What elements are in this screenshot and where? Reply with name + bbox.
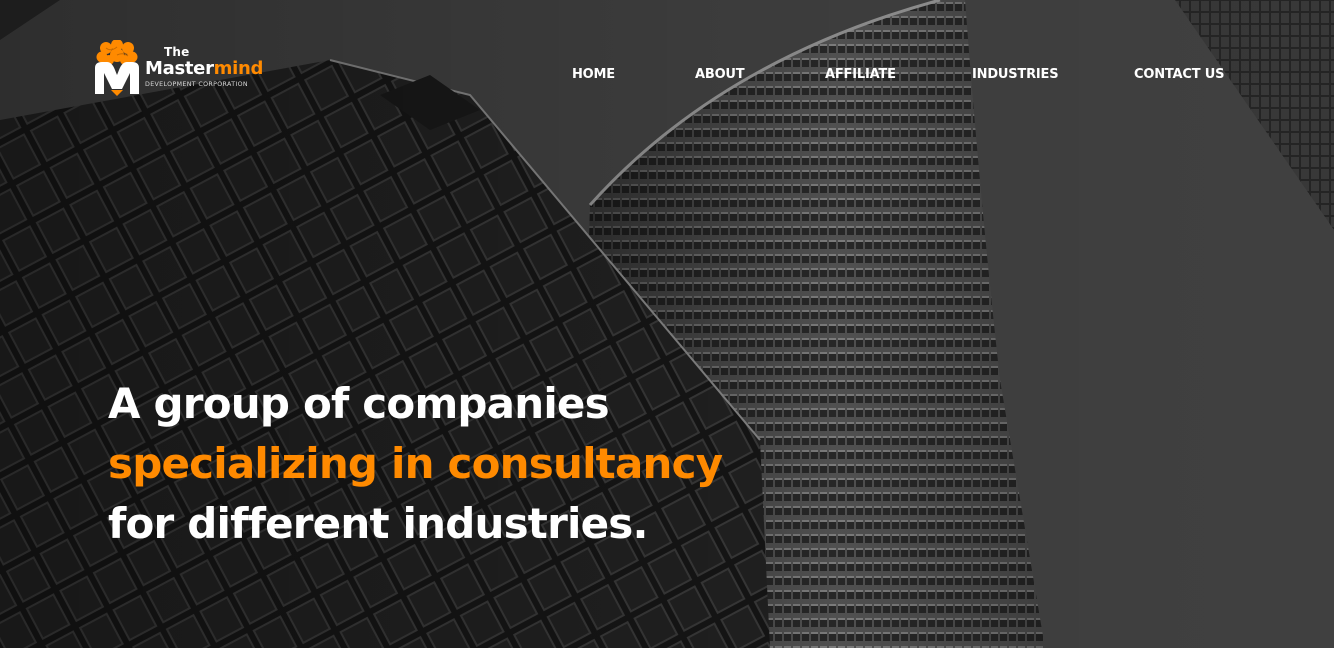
- hero-section: The Mastermind DEVELOPMENT CORPORATION H…: [0, 0, 1334, 648]
- brand-name-plain: Master: [145, 58, 214, 79]
- hero-headline-line-2: specializing in consultancy: [108, 439, 723, 488]
- hero-headline-line-3: for different industries.: [108, 499, 648, 548]
- brand-name-accent: mind: [213, 58, 264, 79]
- brand-name: Mastermind: [145, 58, 263, 79]
- hero-headline: A group of companies specializing in con…: [108, 374, 723, 554]
- nav-industries-link[interactable]: INDUSTRIES: [972, 67, 1059, 83]
- nav-about-link[interactable]: ABOUT: [695, 67, 745, 83]
- nav-affiliate-link[interactable]: AFFILIATE: [825, 67, 896, 83]
- nav-contact-link[interactable]: CONTACT US: [1134, 67, 1224, 83]
- brand-subtitle: DEVELOPMENT CORPORATION: [145, 81, 248, 88]
- hero-headline-line-1: A group of companies: [108, 379, 610, 428]
- brand-the-text: The: [164, 45, 190, 59]
- brain-m-logo-icon: [95, 40, 139, 96]
- nav-home-link[interactable]: HOME: [572, 67, 615, 83]
- brand-logo-link[interactable]: The Mastermind DEVELOPMENT CORPORATION: [94, 40, 278, 96]
